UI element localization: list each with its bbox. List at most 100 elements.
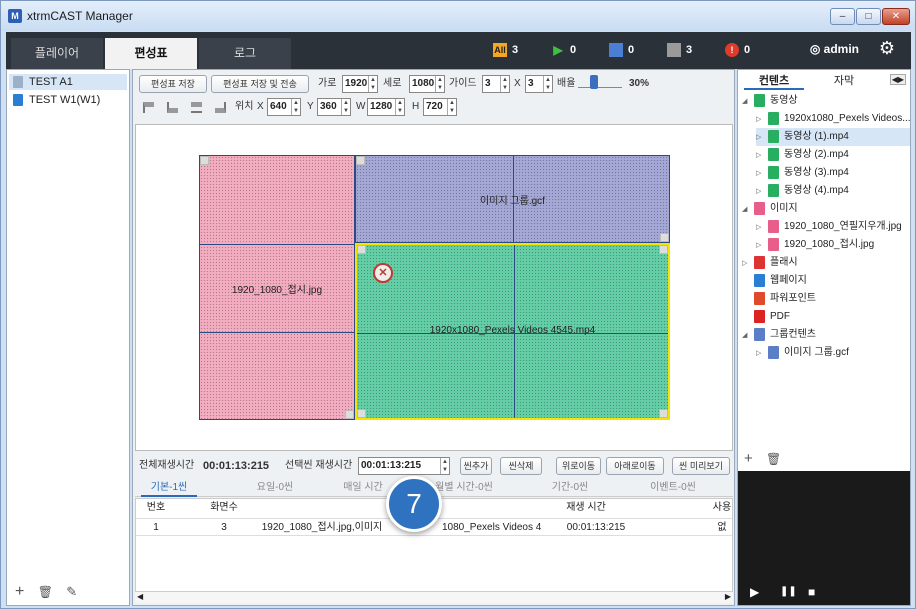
scroll-left-icon[interactable]: ◀ xyxy=(137,592,143,601)
tree-item[interactable]: ▷ 1920x1080_Pexels Videos... xyxy=(756,110,911,128)
tab-contents[interactable]: 컨텐츠 xyxy=(744,72,804,90)
mute-icon[interactable]: ✕ xyxy=(373,263,393,283)
scale-slider[interactable] xyxy=(578,75,622,89)
move-down-button[interactable]: 아래로이동 xyxy=(606,457,664,475)
spinner-arrows[interactable]: ▲ ▼ xyxy=(543,76,552,92)
tree-toggle-icon[interactable]: ▷ xyxy=(756,129,768,146)
spinner-arrows[interactable]: ▲ ▼ xyxy=(440,458,449,474)
tree-toggle-icon[interactable]: ▷ xyxy=(756,165,768,182)
tree-toggle-icon[interactable]: ▷ xyxy=(756,111,768,128)
x-spinner[interactable]: 640 ▲ ▼ xyxy=(267,98,301,116)
resize-handle[interactable] xyxy=(660,233,669,242)
delete-content-icon[interactable]: 🗑 xyxy=(766,452,781,466)
tree-toggle-icon[interactable]: ▷ xyxy=(756,237,768,254)
align-bottom-icon[interactable] xyxy=(191,102,202,113)
resize-handle[interactable] xyxy=(356,156,365,165)
resize-handle[interactable] xyxy=(200,156,209,165)
status-offline[interactable]: 3 xyxy=(667,42,692,58)
status-playing[interactable]: ▶ 0 xyxy=(551,42,576,58)
minimize-button[interactable]: – xyxy=(830,8,855,25)
pause-button[interactable]: ❚❚ xyxy=(780,586,797,597)
tab-player[interactable]: 플레이어 xyxy=(11,38,103,69)
layout-canvas[interactable]: 1920_1080_접시.jpg 이미지 그룹.gcf 1920x1080_Pe… xyxy=(135,124,733,451)
tree-item[interactable]: ▷ 동영상 (1).mp4 xyxy=(756,128,910,146)
tab-scroll-arrows[interactable]: ◀▶ xyxy=(889,74,906,85)
edit-icon[interactable]: ✎ xyxy=(66,584,77,599)
tree-item[interactable]: ▷ 동영상 (4).mp4 xyxy=(756,182,849,200)
align-right-icon[interactable] xyxy=(215,102,226,113)
schedule-item-test-a1[interactable]: TEST A1 xyxy=(9,74,127,90)
w-spinner[interactable]: 1280 ▲ ▼ xyxy=(367,98,405,116)
guide-y-spinner[interactable]: 3 ▲ ▼ xyxy=(525,75,553,93)
close-button[interactable]: ✕ xyxy=(882,8,910,25)
tree-item[interactable]: 파워포인트 xyxy=(742,290,816,308)
region-image-group[interactable]: 이미지 그룹.gcf xyxy=(355,155,670,243)
resize-handle[interactable] xyxy=(659,245,668,254)
tree-toggle-icon[interactable]: ◢ xyxy=(742,327,754,344)
tree-toggle-icon[interactable]: ◢ xyxy=(742,201,754,218)
tab-period[interactable]: 기간-0씬 xyxy=(547,479,593,497)
h-spinner[interactable]: 720 ▲ ▼ xyxy=(423,98,457,116)
spinner-arrows[interactable]: ▲ ▼ xyxy=(500,76,509,92)
add-scene-button[interactable]: 씬추가 xyxy=(460,457,492,475)
resize-handle[interactable] xyxy=(659,409,668,418)
tree-item[interactable]: PDF xyxy=(742,308,790,326)
tree-item[interactable]: ◢ 이미지 xyxy=(742,200,798,218)
save-send-button[interactable]: 편성표 저장 및 전송 xyxy=(211,75,309,93)
tree-toggle-icon[interactable]: ▷ xyxy=(756,147,768,164)
save-schedule-button[interactable]: 편성표 저장 xyxy=(139,75,207,93)
tree-item[interactable]: ◢ 동영상 xyxy=(742,92,798,110)
add-content-button[interactable]: + xyxy=(744,450,753,467)
tree-item[interactable]: ▷ 1920_1080_연필지우개.jpg xyxy=(756,218,902,236)
spinner-arrows[interactable]: ▲ ▼ xyxy=(341,99,350,115)
schedule-item-test-w1[interactable]: TEST W1(W1) xyxy=(13,92,100,108)
tree-toggle-icon[interactable]: ▷ xyxy=(756,345,768,362)
align-center-icon[interactable] xyxy=(167,102,178,113)
spinner-arrows[interactable]: ▲ ▼ xyxy=(291,99,300,115)
tree-item[interactable]: ▷ 1920_1080_접시.jpg xyxy=(756,236,874,254)
align-left-icon[interactable] xyxy=(143,102,154,113)
spinner-arrows[interactable]: ▲ ▼ xyxy=(395,99,404,115)
region-video-selected[interactable]: 1920x1080_Pexels Videos 4545.mp4 ✕ xyxy=(355,243,670,420)
move-up-button[interactable]: 위로이동 xyxy=(556,457,601,475)
tab-schedule[interactable]: 편성표 xyxy=(105,38,197,69)
region-image-plate[interactable]: 1920_1080_접시.jpg xyxy=(199,155,355,420)
height-spinner[interactable]: 1080 ▲ ▼ xyxy=(409,75,445,93)
tree-item[interactable]: ▷ 이미지 그룹.gcf xyxy=(756,344,849,362)
tab-daily[interactable]: 매일 시간 xyxy=(335,479,391,497)
preview-scene-button[interactable]: 씬 미리보기 xyxy=(672,457,730,475)
spinner-arrows[interactable]: ▲ ▼ xyxy=(435,76,444,92)
tree-item[interactable]: 웹페이지 xyxy=(742,272,807,290)
spinner-arrows[interactable]: ▲ ▼ xyxy=(368,76,377,92)
guide-x-spinner[interactable]: 3 ▲ ▼ xyxy=(482,75,510,93)
tab-basic[interactable]: 기본-1씬 xyxy=(141,479,197,497)
delete-icon[interactable]: 🗑 xyxy=(38,585,53,599)
status-stopped[interactable]: 0 xyxy=(609,42,634,58)
tree-item[interactable]: ▷ 플래시 xyxy=(742,254,798,272)
horizontal-scrollbar[interactable]: ◀ ▶ xyxy=(135,591,733,603)
tab-event[interactable]: 이벤트-0씬 xyxy=(645,479,701,497)
play-button[interactable]: ▶ xyxy=(750,585,759,599)
spinner-arrows[interactable]: ▲ ▼ xyxy=(447,99,456,115)
tree-toggle-icon[interactable]: ▷ xyxy=(742,255,754,272)
gear-icon[interactable]: ⚙ xyxy=(879,38,895,59)
tree-item[interactable]: ◢ 그룹컨텐츠 xyxy=(742,326,816,344)
user-menu[interactable]: ◎ admin xyxy=(810,42,859,56)
tree-toggle-icon[interactable]: ▷ xyxy=(756,219,768,236)
tree-toggle-icon[interactable]: ◢ xyxy=(742,93,754,110)
tree-item[interactable]: ▷ 동영상 (3).mp4 xyxy=(756,164,849,182)
stop-button[interactable]: ■ xyxy=(808,585,815,599)
y-spinner[interactable]: 360 ▲ ▼ xyxy=(317,98,351,116)
maximize-button[interactable]: □ xyxy=(856,8,881,25)
scene-time-spinner[interactable]: 00:01:13:215 ▲ ▼ xyxy=(358,457,450,475)
tab-weekday[interactable]: 요일-0씬 xyxy=(247,479,303,497)
tab-log[interactable]: 로그 xyxy=(199,38,291,69)
width-spinner[interactable]: 1920 ▲ ▼ xyxy=(342,75,378,93)
tree-toggle-icon[interactable]: ▷ xyxy=(756,183,768,200)
tab-monthly[interactable]: 월별 시간-0씬 xyxy=(433,479,495,497)
tree-item[interactable]: ▷ 동영상 (2).mp4 xyxy=(756,146,849,164)
resize-handle[interactable] xyxy=(345,410,354,419)
scroll-right-icon[interactable]: ▶ xyxy=(725,592,731,601)
resize-handle[interactable] xyxy=(357,409,366,418)
add-button[interactable]: + xyxy=(15,583,24,600)
